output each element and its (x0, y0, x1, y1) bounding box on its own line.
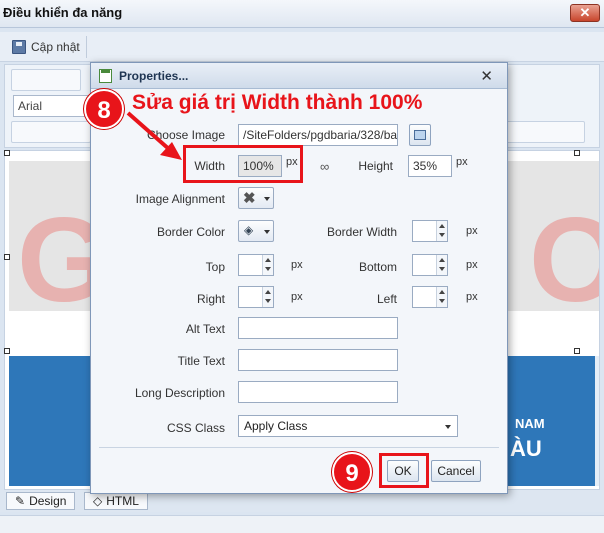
annotation-arrow (126, 111, 182, 160)
width-highlight-box (183, 145, 303, 183)
step-8-badge: 8 (84, 89, 124, 129)
step-9-badge: 9 (332, 452, 372, 492)
step-8-instruction: Sửa giá trị Width thành 100% (132, 91, 423, 114)
ok-highlight-box (379, 453, 429, 488)
